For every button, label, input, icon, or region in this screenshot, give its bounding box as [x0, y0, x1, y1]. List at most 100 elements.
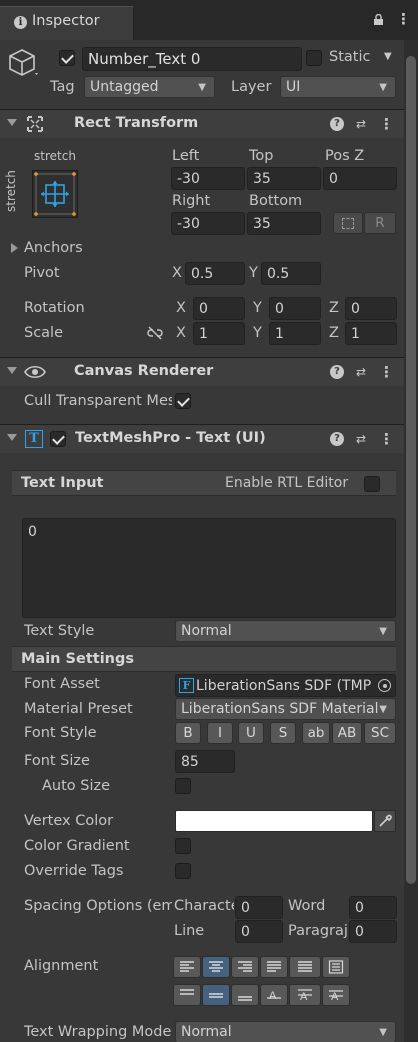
pivot-y-label[interactable]: Y [249, 265, 258, 281]
font-style-uppercase-button[interactable]: AB [332, 722, 362, 744]
align-baseline-button[interactable]: A [260, 984, 288, 1006]
rot-z-field[interactable]: 0 [345, 297, 397, 320]
line-spacing-field[interactable]: 0 [235, 920, 283, 943]
text-input-area[interactable]: 0 [22, 518, 396, 618]
font-style-smallcaps-button[interactable]: SC [364, 722, 396, 744]
align-capline-button[interactable]: A [322, 984, 350, 1006]
font-style-bold-button[interactable]: B [175, 722, 201, 744]
align-right-button[interactable] [231, 956, 259, 978]
font-size-field[interactable]: 85 [175, 750, 235, 773]
rotation-label: Rotation [24, 300, 85, 316]
presets-icon[interactable]: ⇄ [354, 117, 368, 131]
scale-z-field[interactable]: 1 [345, 322, 397, 345]
align-justified-button[interactable] [260, 956, 288, 978]
anchor-presets-button[interactable] [32, 170, 78, 218]
posz-field[interactable]: 0 [323, 167, 397, 190]
rot-x-field[interactable]: 0 [193, 297, 245, 320]
rect-transform-header[interactable]: Rect Transform ? ⇄ ⋮ [0, 109, 418, 138]
rot-z-label[interactable]: Z [329, 300, 339, 316]
scale-z-label[interactable]: Z [329, 325, 339, 341]
top-field[interactable]: 35 [247, 167, 321, 190]
character-spacing-field[interactable]: 0 [235, 896, 283, 919]
text-wrapping-label: Text Wrapping Mode [24, 1024, 172, 1040]
auto-size-checkbox[interactable] [175, 778, 191, 794]
component-menu-icon[interactable]: ⋮ [379, 365, 394, 380]
anchors-label[interactable]: Anchors [24, 240, 83, 256]
rot-x-label[interactable]: X [176, 300, 186, 316]
align-geometry-center-button[interactable] [322, 956, 350, 978]
fold-arrow-icon[interactable] [7, 434, 17, 441]
canvas-renderer-header[interactable]: Canvas Renderer ? ⇄ ⋮ [0, 357, 418, 386]
font-style-italic-button[interactable]: I [207, 722, 233, 744]
font-style-lowercase-button[interactable]: ab [302, 722, 330, 744]
pivot-y-field[interactable]: 0.5 [261, 262, 321, 285]
text-wrapping-dropdown[interactable]: Normal ▼ [175, 1021, 396, 1042]
align-flush-button[interactable] [289, 956, 321, 978]
presets-icon[interactable]: ⇄ [354, 365, 368, 379]
paragraph-spacing-field[interactable]: 0 [349, 920, 397, 943]
word-spacing-label[interactable]: Word [288, 898, 325, 914]
anchors-fold-icon[interactable] [11, 243, 18, 253]
static-checkbox[interactable] [306, 50, 322, 66]
material-preset-dropdown[interactable]: LiberationSans SDF Material ▼ [175, 698, 396, 720]
eye-icon [24, 364, 46, 384]
rot-y-field[interactable]: 0 [269, 297, 321, 320]
lock-icon[interactable] [373, 13, 384, 25]
pivot-x-field[interactable]: 0.5 [185, 262, 245, 285]
text-style-dropdown[interactable]: Normal ▼ [175, 620, 396, 642]
line-spacing-label[interactable]: Line [174, 923, 204, 939]
align-middle-button[interactable] [202, 984, 230, 1006]
align-left-button[interactable] [173, 956, 201, 978]
component-menu-icon[interactable]: ⋮ [379, 117, 394, 132]
tab-menu-icon[interactable]: ⋮ [396, 10, 411, 28]
align-top-button[interactable] [173, 984, 201, 1006]
textmeshpro-title: TextMeshPro - Text (UI) [75, 430, 266, 446]
font-style-underline-button[interactable]: U [238, 722, 264, 744]
object-picker-icon[interactable] [378, 679, 391, 692]
component-menu-icon[interactable]: ⋮ [379, 432, 394, 447]
tab-inspector[interactable]: i Inspector [0, 6, 134, 40]
cull-transparent-checkbox[interactable] [175, 393, 191, 409]
fold-arrow-icon[interactable] [7, 367, 17, 374]
align-geometry-icon [328, 960, 344, 974]
override-tags-checkbox[interactable] [175, 863, 191, 879]
left-field[interactable]: -30 [171, 167, 245, 190]
blueprint-mode-button[interactable] [333, 212, 363, 234]
help-icon[interactable]: ? [330, 432, 344, 446]
align-center-button[interactable] [202, 956, 230, 978]
align-bottom-button[interactable] [231, 984, 259, 1006]
scrollbar-thumb[interactable] [406, 56, 416, 884]
eyedropper-icon[interactable] [374, 810, 396, 832]
tag-dropdown[interactable]: Untagged ▼ [84, 76, 215, 98]
help-icon[interactable]: ? [330, 117, 344, 131]
scale-x-field[interactable]: 1 [193, 322, 245, 345]
scale-x-label[interactable]: X [176, 325, 186, 341]
help-icon[interactable]: ? [330, 365, 344, 379]
constrain-proportions-icon[interactable] [147, 326, 163, 344]
bottom-field[interactable]: 35 [247, 212, 321, 235]
textmeshpro-header[interactable]: T TextMeshPro - Text (UI) ? ⇄ ⋮ [0, 424, 418, 453]
word-spacing-field[interactable]: 0 [349, 896, 397, 919]
rot-y-label[interactable]: Y [253, 300, 262, 316]
rtl-editor-checkbox[interactable] [364, 476, 380, 492]
raw-edit-button[interactable]: R [364, 212, 396, 234]
align-midline-button[interactable]: A [289, 984, 321, 1006]
color-gradient-checkbox[interactable] [175, 838, 191, 854]
static-dropdown-arrow-icon[interactable]: ▼ [384, 51, 392, 62]
vertex-color-swatch[interactable] [175, 810, 373, 832]
tmp-enabled-checkbox[interactable] [50, 431, 66, 447]
active-checkbox[interactable] [59, 50, 75, 66]
right-field[interactable]: -30 [171, 212, 245, 235]
presets-icon[interactable]: ⇄ [354, 432, 368, 446]
object-name-field[interactable]: Number_Text 0 [82, 47, 302, 71]
font-asset-field[interactable]: F LiberationSans SDF (TMP [175, 674, 396, 697]
layer-dropdown[interactable]: UI ▼ [280, 76, 396, 98]
scale-y-label[interactable]: Y [253, 325, 262, 341]
font-style-strikethrough-button[interactable]: S [270, 722, 296, 744]
scale-y-field[interactable]: 1 [269, 322, 321, 345]
chevron-down-icon: ▼ [379, 704, 387, 715]
character-spacing-label[interactable]: Characte [174, 898, 234, 914]
paragraph-spacing-label[interactable]: Paragraj [288, 923, 348, 939]
fold-arrow-icon[interactable] [7, 119, 17, 126]
pivot-x-label[interactable]: X [172, 265, 182, 281]
